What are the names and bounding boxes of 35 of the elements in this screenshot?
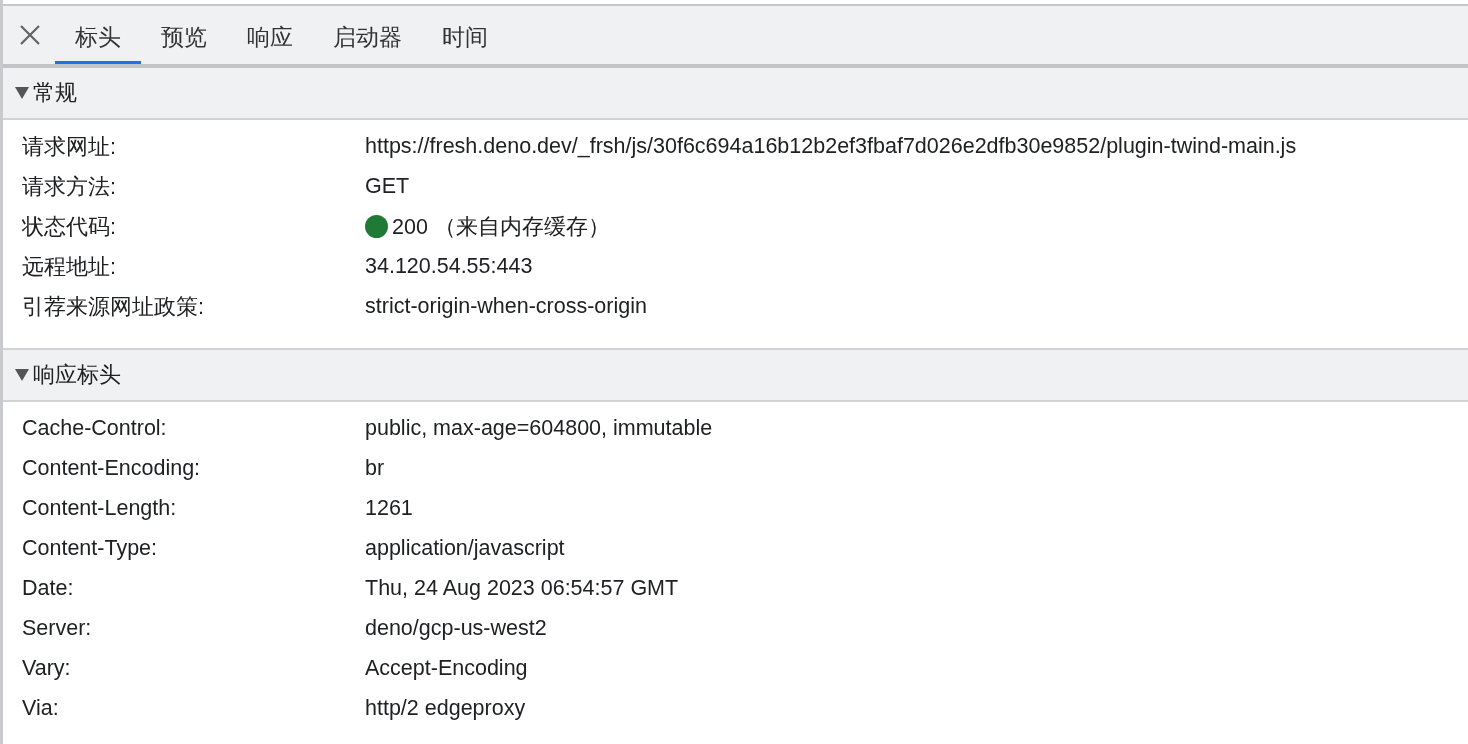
- header-value: strict-origin-when-cross-origin: [365, 293, 647, 319]
- header-name: 远程地址:: [21, 253, 117, 281]
- tab[interactable]: 响应: [227, 6, 313, 64]
- header-name: Content-Length:: [21, 495, 178, 521]
- header-value: https://fresh.deno.dev/_frsh/js/30f6c694a16b12b2ef3fbaf7d026e2dfb30e9852/plugin-twind-main.js: [365, 133, 1297, 159]
- header-value: GET: [365, 173, 410, 199]
- header-value: 1261: [365, 495, 413, 521]
- tab[interactable]: 启动器: [313, 6, 422, 64]
- header-name: 引荐来源网址政策:: [21, 293, 205, 321]
- header-value: Accept-Encoding: [365, 655, 528, 681]
- header-name: 请求方法:: [21, 173, 117, 201]
- section-header[interactable]: 常规: [3, 68, 1468, 120]
- header-value: Thu, 24 Aug 2023 06:54:57 GMT: [365, 575, 679, 601]
- header-name: Cache-Control:: [21, 415, 168, 441]
- header-name: 状态代码:: [21, 213, 117, 241]
- header-name: Content-Type:: [21, 535, 159, 561]
- header-name: Date:: [21, 575, 75, 601]
- header-value: br: [365, 455, 385, 481]
- header-value: deno/gcp-us-west2: [365, 615, 547, 641]
- tab[interactable]: 预览: [141, 6, 227, 64]
- header-name: Server:: [21, 615, 93, 641]
- header-name: Content-Encoding:: [21, 455, 202, 481]
- header-value: 34.120.54.55:443: [365, 253, 533, 279]
- header-name: Vary:: [21, 655, 72, 681]
- header-value: application/javascript: [365, 535, 565, 561]
- tab[interactable]: 标头: [55, 6, 141, 64]
- section-header[interactable]: 响应标头: [3, 350, 1468, 402]
- header-name: Via:: [21, 695, 60, 721]
- header-value: http/2 edgeproxy: [365, 695, 526, 721]
- header-name: 请求网址:: [21, 133, 117, 161]
- header-value: public, max-age=604800, immutable: [365, 415, 713, 441]
- header-value: 200 （来自内存缓存）: [392, 213, 610, 241]
- section-title: 响应标头: [33, 361, 121, 389]
- section-title: 常规: [33, 79, 77, 107]
- tab[interactable]: 时间: [422, 6, 508, 64]
